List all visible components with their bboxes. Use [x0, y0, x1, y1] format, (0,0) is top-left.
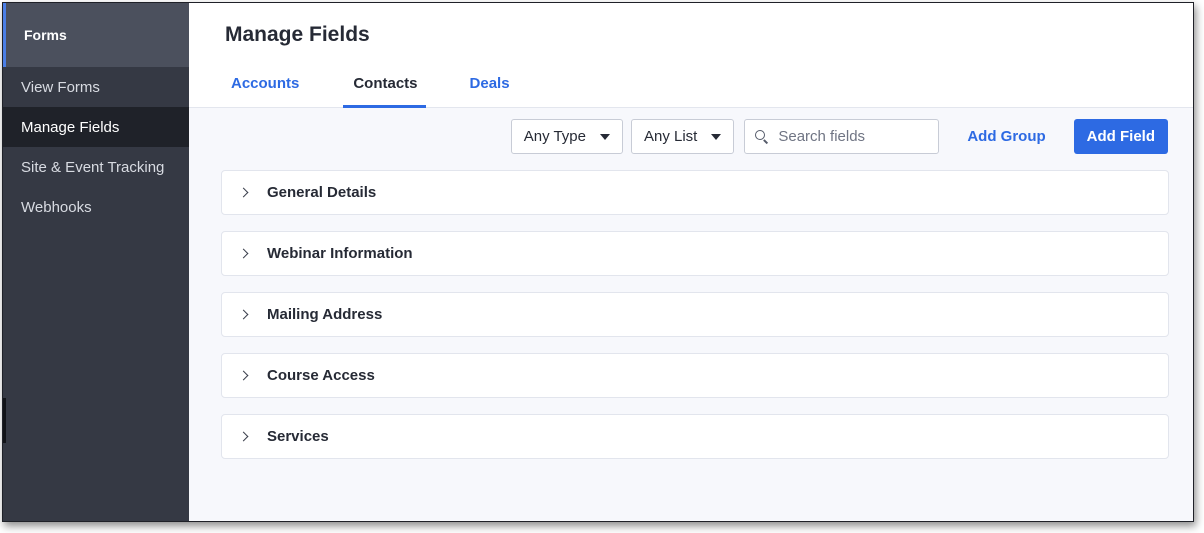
chevron-right-icon	[238, 248, 249, 259]
type-filter-select[interactable]: Any Type	[510, 119, 623, 154]
add-field-button[interactable]: Add Field	[1073, 119, 1168, 154]
field-groups: General Details Webinar Information Mail…	[221, 170, 1169, 475]
sidebar-item-manage-fields[interactable]: Manage Fields	[3, 107, 189, 147]
field-group-label: Services	[267, 428, 329, 445]
caret-down-icon	[599, 133, 610, 140]
chevron-right-icon	[238, 187, 249, 198]
field-group-label: General Details	[267, 184, 377, 201]
tab-contacts[interactable]: Contacts	[343, 67, 426, 108]
field-group-course-access[interactable]: Course Access	[221, 353, 1169, 398]
tab-bar: Accounts Contacts Deals	[225, 67, 554, 108]
search-input[interactable]	[778, 128, 929, 145]
search-box	[744, 119, 940, 154]
tab-accounts[interactable]: Accounts	[225, 67, 303, 108]
caret-down-icon	[711, 133, 722, 140]
sidebar-edge	[3, 398, 6, 443]
field-group-label: Course Access	[267, 367, 375, 384]
page-header: Manage Fields Accounts Contacts Deals	[189, 3, 1193, 108]
chevron-right-icon	[238, 431, 249, 442]
field-group-label: Webinar Information	[267, 245, 413, 262]
app-window: Forms View Forms Manage Fields Site & Ev…	[2, 2, 1194, 522]
chevron-right-icon	[238, 309, 249, 320]
field-group-label: Mailing Address	[267, 306, 383, 323]
sidebar: Forms View Forms Manage Fields Site & Ev…	[3, 3, 189, 521]
main-content: Manage Fields Accounts Contacts Deals An…	[189, 3, 1193, 521]
page-title: Manage Fields	[225, 23, 370, 46]
field-group-mailing-address[interactable]: Mailing Address	[221, 292, 1169, 337]
sidebar-item-webhooks[interactable]: Webhooks	[3, 187, 189, 227]
toolbar: Any Type Any List Add Group Add Field	[510, 119, 1168, 154]
type-filter-value: Any Type	[523, 128, 586, 145]
sidebar-header: Forms	[3, 3, 189, 67]
field-group-general-details[interactable]: General Details	[221, 170, 1169, 215]
field-group-services[interactable]: Services	[221, 414, 1169, 459]
list-filter-select[interactable]: Any List	[630, 119, 735, 154]
add-group-button[interactable]: Add Group	[947, 128, 1065, 145]
field-group-webinar-information[interactable]: Webinar Information	[221, 231, 1169, 276]
tab-deals[interactable]: Deals	[466, 67, 514, 108]
sidebar-item-site-event-tracking[interactable]: Site & Event Tracking	[3, 147, 189, 187]
chevron-right-icon	[238, 370, 249, 381]
list-filter-value: Any List	[643, 128, 698, 145]
search-icon	[755, 129, 766, 144]
sidebar-item-view-forms[interactable]: View Forms	[3, 67, 189, 107]
